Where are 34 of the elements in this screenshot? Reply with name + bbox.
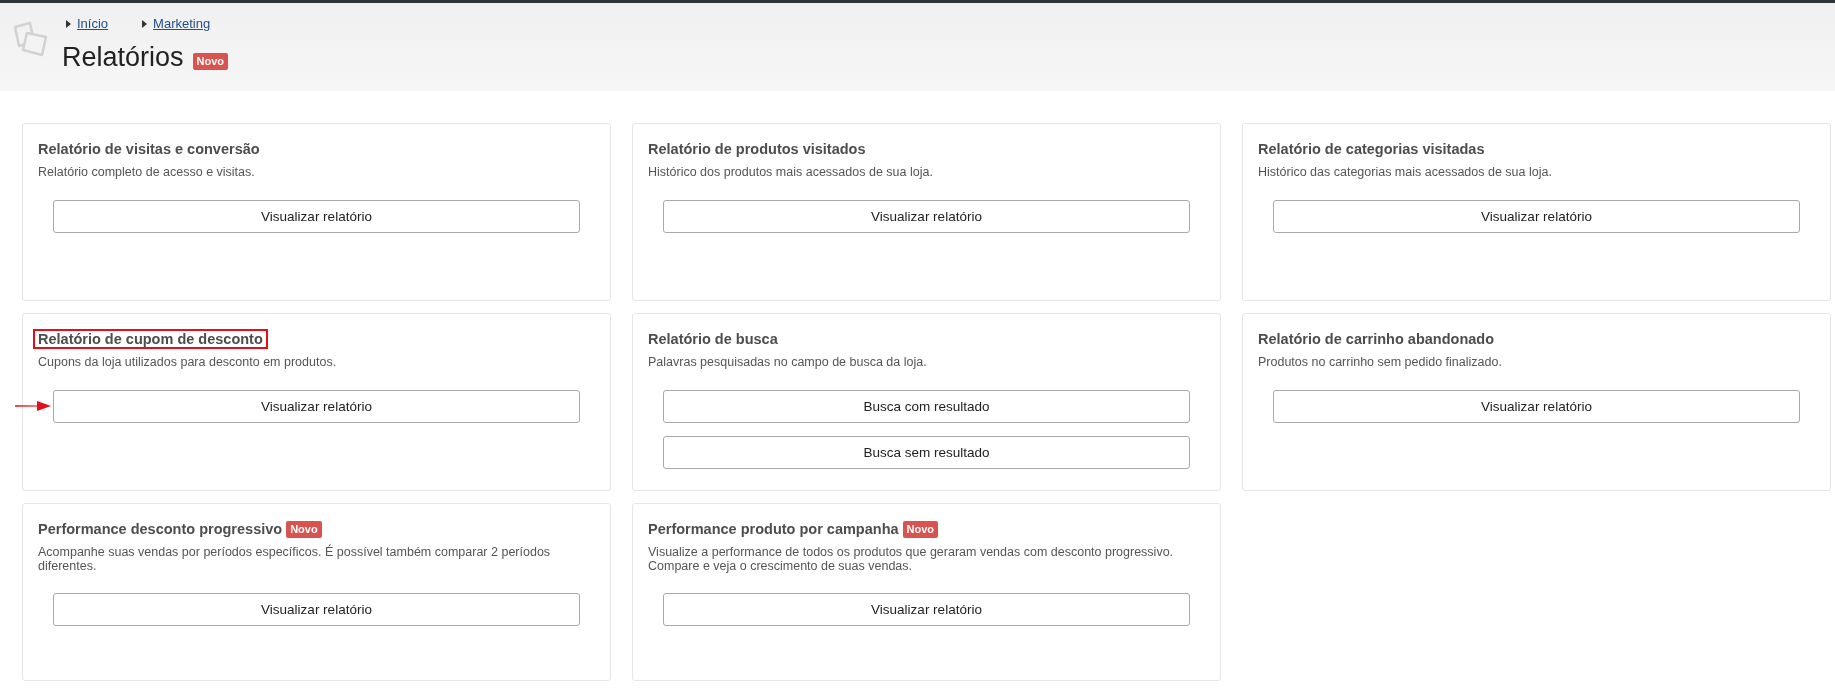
- logo-icon: [12, 21, 48, 57]
- page-title: Relatórios: [62, 41, 184, 73]
- view-report-button[interactable]: Visualizar relatório: [1273, 389, 1800, 423]
- card-description: Histórico das categorias mais acessados de sua loja.: [1258, 166, 1553, 180]
- caret-icon: [142, 20, 148, 28]
- card-description: Acompanhe suas vendas por períodos específicos. É possível também comparar 2 períodos diferentes.: [38, 546, 552, 573]
- view-report-button[interactable]: Visualizar relatório: [53, 593, 580, 626]
- card-title: Performance desconto progressivo: [38, 520, 283, 538]
- view-report-button[interactable]: Busca com resultado: [663, 389, 1190, 423]
- card-title: Relatório de cupom de desconto: [33, 329, 268, 349]
- card-description: Visualize a performance de todos os produtos que geraram vendas com desconto progressivo. Compare e veja o crescimento de suas vendas.: [648, 546, 1175, 573]
- view-report-button[interactable]: Visualizar relatório: [1273, 199, 1800, 233]
- view-report-button[interactable]: Visualizar relatório: [53, 199, 580, 233]
- breadcrumb-link[interactable]: Início: [77, 16, 109, 32]
- card-title: Relatório de busca: [648, 330, 778, 348]
- view-report-button[interactable]: Busca sem resultado: [663, 435, 1190, 469]
- card-title: Relatório de produtos visitados: [648, 140, 866, 158]
- card-description: Relatório completo de acesso e visitas.: [38, 166, 256, 180]
- breadcrumb-link[interactable]: Marketing: [153, 16, 211, 32]
- card-title: Performance produto por campanha: [648, 520, 899, 538]
- view-report-button[interactable]: Visualizar relatório: [53, 389, 580, 423]
- new-badge: Novo: [192, 53, 229, 70]
- card-description: Histórico dos produtos mais acessados de sua loja.: [648, 166, 934, 180]
- card-title: Relatório de visitas e conversão: [38, 140, 260, 158]
- caret-icon: [66, 20, 71, 28]
- card-description: Produtos no carrinho sem pedido finalizado.: [1258, 356, 1503, 370]
- new-badge: Novo: [902, 520, 939, 538]
- card-description: Cupons da loja utilizados para desconto em produtos.: [38, 356, 338, 370]
- card-title: Relatório de categorias visitadas: [1258, 140, 1485, 158]
- new-badge: Novo: [286, 520, 322, 538]
- view-report-button[interactable]: Visualizar relatório: [663, 199, 1190, 233]
- view-report-button[interactable]: Visualizar relatório: [663, 593, 1190, 626]
- card-description: Palavras pesquisadas no campo de busca da loja.: [648, 356, 928, 370]
- card-title: Relatório de carrinho abandonado: [1258, 330, 1495, 348]
